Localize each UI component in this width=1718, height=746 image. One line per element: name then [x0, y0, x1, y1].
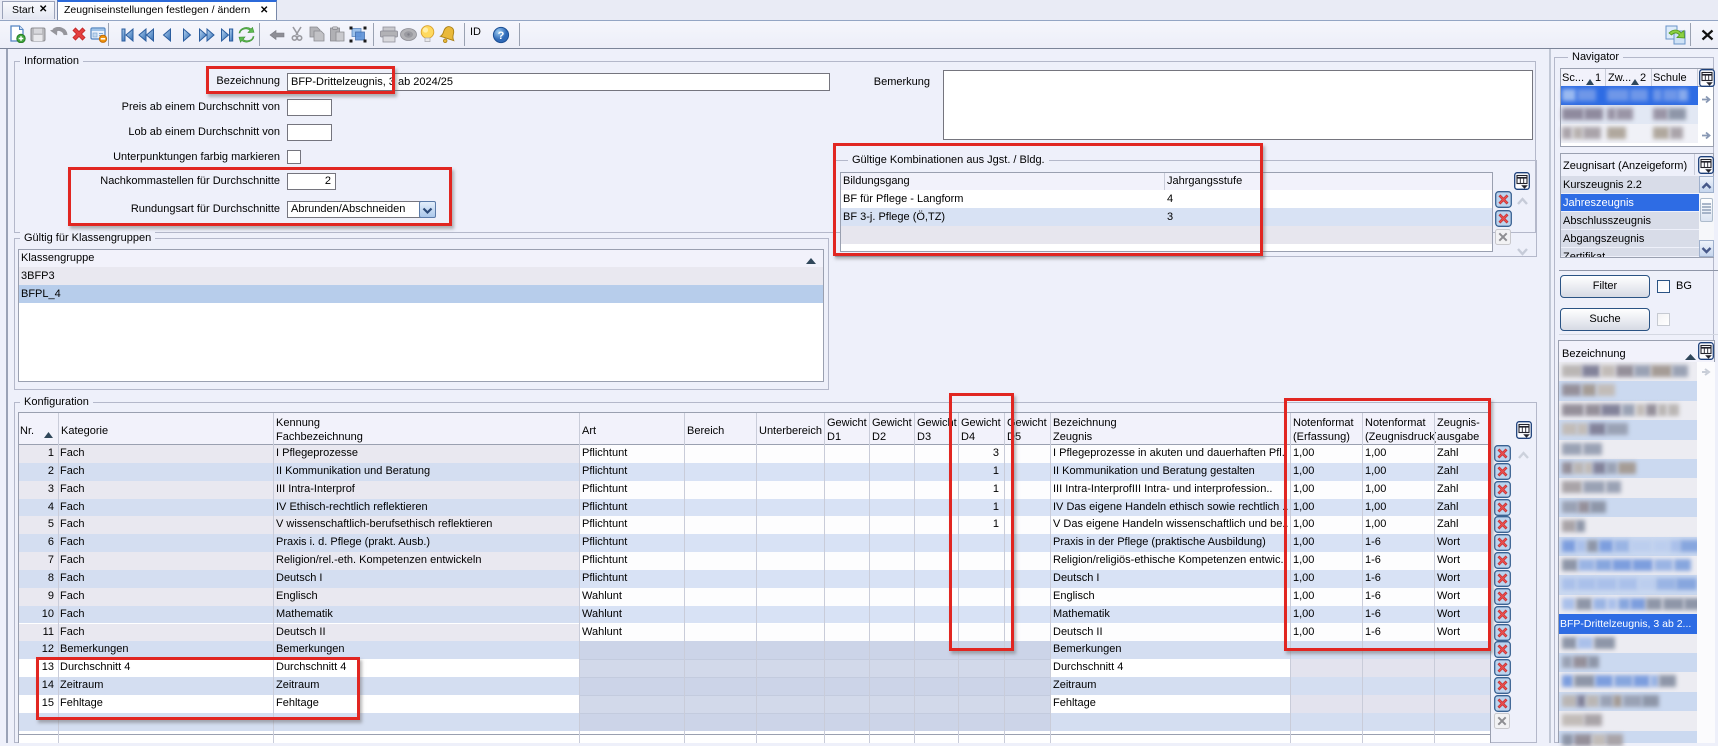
- svg-text:?: ?: [498, 30, 505, 42]
